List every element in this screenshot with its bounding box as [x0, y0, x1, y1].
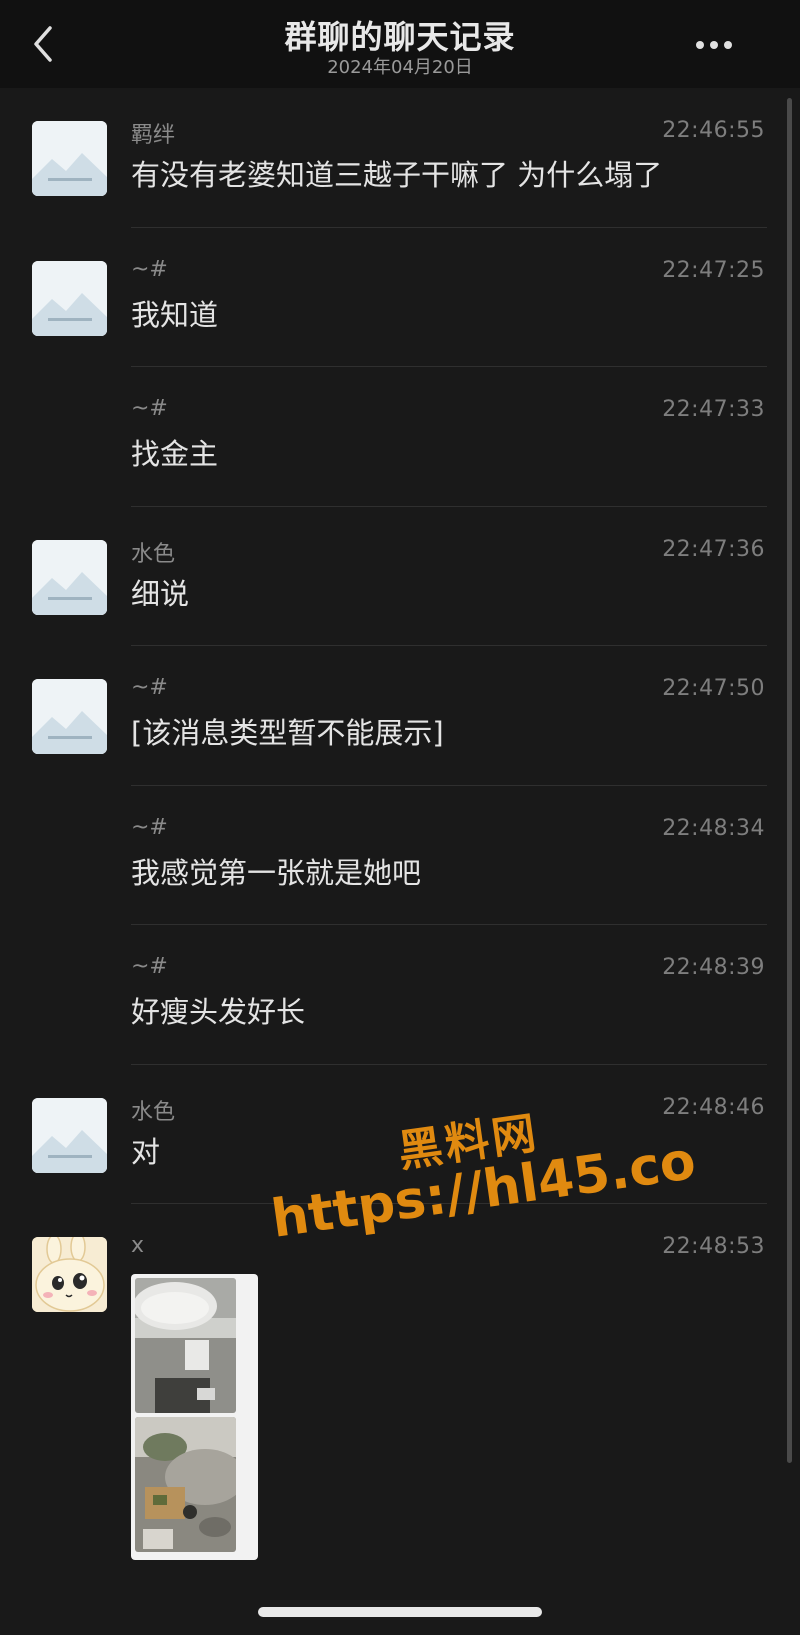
image-placeholder-icon [32, 679, 107, 754]
message-time: 22:46:55 [662, 118, 765, 143]
page-subtitle-date: 2024年04月20日 [327, 57, 473, 78]
message-text[interactable]: 我知道 [131, 292, 218, 334]
photo-icon [135, 1278, 236, 1413]
image-placeholder-icon [32, 260, 107, 336]
sender-name: ~# [131, 954, 168, 979]
sender-name: 水色 [131, 1099, 176, 1125]
message-time: 22:47:50 [662, 676, 765, 701]
sender-name: ~# [131, 396, 168, 421]
message-time: 22:47:25 [662, 257, 765, 283]
home-indicator[interactable] [258, 1607, 542, 1617]
message-text[interactable]: 我感觉第一张就是她吧 [131, 850, 421, 892]
message-list[interactable]: 羁绊 22:46:55 有没有老婆知道三越子干嘛了 为什么塌了 ~# 22:47… [0, 88, 800, 1584]
more-button[interactable] [690, 30, 740, 60]
message-text[interactable]: 好瘦头发好长 [131, 989, 305, 1031]
image-attachment[interactable] [131, 1274, 258, 1560]
message-time: 22:47:33 [662, 397, 765, 422]
image-placeholder-icon [32, 539, 107, 615]
page-title: 群聊的聊天记录 [284, 18, 516, 56]
avatar[interactable] [32, 1097, 107, 1173]
message-item[interactable]: ~# 22:48:39 好瘦头发好长 [0, 925, 800, 1065]
avatar[interactable] [32, 121, 107, 196]
sender-name: 水色 [131, 541, 176, 567]
avatar[interactable] [32, 679, 107, 754]
photo-icon [135, 1417, 236, 1552]
message-text[interactable]: 细说 [131, 571, 189, 613]
avatar[interactable] [32, 1237, 107, 1312]
sender-name: ~# [131, 256, 168, 282]
message-time: 22:48:39 [662, 955, 765, 980]
avatar[interactable] [32, 539, 107, 615]
message-text[interactable]: 对 [131, 1129, 160, 1171]
sender-name: ~# [131, 675, 168, 700]
message-time: 22:48:46 [662, 1094, 765, 1120]
message-item[interactable]: ~# 22:47:25 我知道 [0, 228, 800, 367]
message-text[interactable]: 找金主 [131, 431, 218, 473]
sender-name: ~# [131, 814, 168, 840]
title-bar: 群聊的聊天记录 2024年04月20日 [0, 0, 800, 88]
message-text[interactable]: [该消息类型暂不能展示] [131, 710, 444, 752]
avatar[interactable] [32, 260, 107, 336]
image-placeholder-icon [32, 121, 107, 196]
message-text[interactable]: 有没有老婆知道三越子干嘛了 为什么塌了 [131, 152, 662, 194]
photo-thumbnail[interactable] [135, 1417, 236, 1552]
cartoon-bunny-icon [32, 1237, 107, 1312]
message-time: 22:48:34 [662, 815, 765, 841]
more-dots-icon [696, 41, 732, 49]
message-item[interactable]: 羁绊 22:46:55 有没有老婆知道三越子干嘛了 为什么塌了 [0, 88, 800, 228]
message-item[interactable]: 水色 22:47:36 细说 [0, 507, 800, 646]
sender-name: x [131, 1233, 145, 1258]
message-item[interactable]: ~# 22:48:34 我感觉第一张就是她吧 [0, 786, 800, 925]
message-item[interactable]: ~# 22:47:50 [该消息类型暂不能展示] [0, 646, 800, 786]
message-time: 22:47:36 [662, 536, 765, 562]
message-time: 22:48:53 [662, 1234, 765, 1259]
image-placeholder-icon [32, 1097, 107, 1173]
message-item[interactable]: 水色 22:48:46 对 [0, 1065, 800, 1204]
photo-thumbnail[interactable] [135, 1278, 236, 1413]
sender-name: 羁绊 [131, 123, 176, 148]
scrollbar[interactable] [787, 98, 792, 1463]
message-item[interactable]: ~# 22:47:33 找金主 [0, 367, 800, 507]
message-item[interactable]: x 22:48:53 [0, 1204, 800, 1584]
